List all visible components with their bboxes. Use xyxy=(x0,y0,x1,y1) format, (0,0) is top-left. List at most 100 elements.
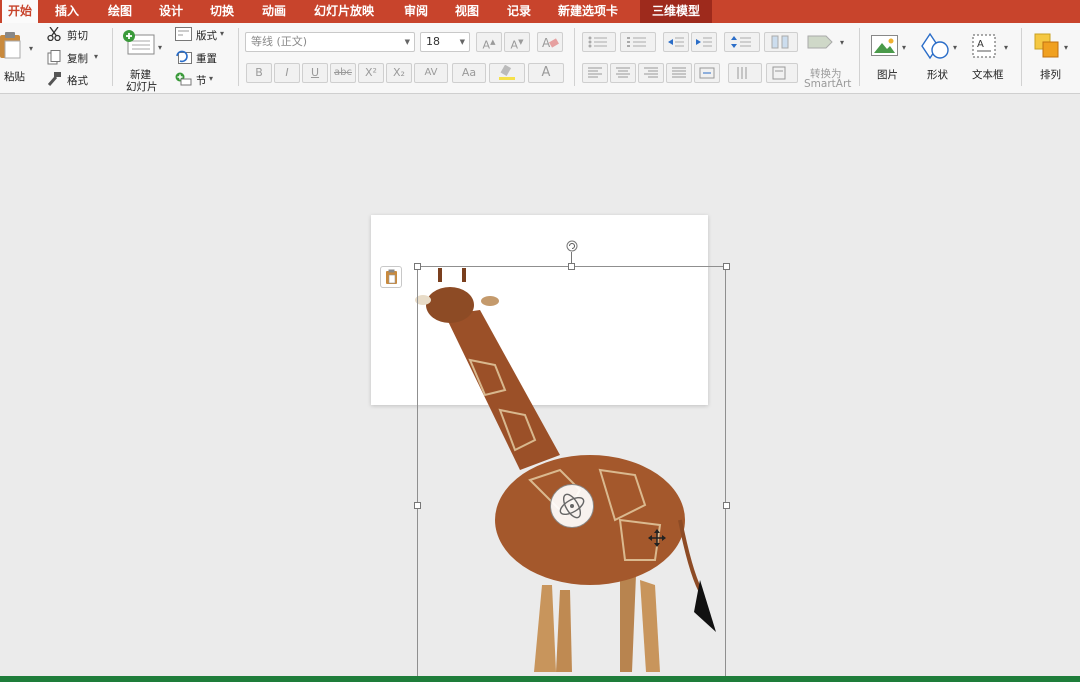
textbox-label: 文本框 xyxy=(972,69,1004,81)
format-painter-label: 格式 xyxy=(67,75,88,87)
new-slide-dropdown-icon[interactable]: ▾ xyxy=(158,43,162,52)
textbox-button[interactable]: A ▾ 文本框 xyxy=(968,29,1014,87)
align-center-button[interactable] xyxy=(610,63,636,83)
tab-home[interactable]: 开始 xyxy=(2,0,39,23)
copy-button[interactable]: 复制 ▾ xyxy=(47,50,105,66)
font-name-field[interactable]: 等线 (正文) ▼ xyxy=(245,32,415,52)
tab-draw[interactable]: 绘图 xyxy=(108,0,132,23)
move-cursor-icon xyxy=(648,529,666,547)
cut-button[interactable]: 剪切 xyxy=(47,27,97,43)
picture-icon xyxy=(871,35,898,56)
group-separator xyxy=(238,28,239,86)
paste-button[interactable]: 粘贴 ▾ xyxy=(0,27,36,83)
font-name-dropdown-icon[interactable]: ▼ xyxy=(405,33,410,51)
tab-record[interactable]: 记录 xyxy=(507,0,531,23)
new-slide-label-2: 幻灯片 xyxy=(126,81,158,93)
align-text-button[interactable] xyxy=(766,63,798,83)
tab-review[interactable]: 审阅 xyxy=(404,0,428,23)
resize-handle-right[interactable] xyxy=(723,502,730,509)
distributed-button[interactable] xyxy=(694,63,720,83)
layout-dropdown-icon[interactable]: ▾ xyxy=(220,29,224,38)
bullets-button[interactable] xyxy=(582,32,616,52)
tab-design[interactable]: 设计 xyxy=(159,0,183,23)
tab-transitions[interactable]: 切换 xyxy=(210,0,234,23)
change-case-button[interactable]: Aa xyxy=(452,63,486,83)
group-separator xyxy=(859,28,860,86)
resize-handle-top-left[interactable] xyxy=(414,263,421,270)
justify-button[interactable] xyxy=(666,63,692,83)
highlighter-icon xyxy=(499,64,515,80)
underline-button[interactable]: U xyxy=(302,63,328,83)
3d-rotate-control[interactable] xyxy=(550,484,594,528)
section-icon xyxy=(175,72,192,86)
picture-label: 图片 xyxy=(877,69,898,81)
resize-handle-left[interactable] xyxy=(414,502,421,509)
picture-button[interactable]: ▾ 图片 xyxy=(868,29,912,87)
font-color-button[interactable]: A xyxy=(528,63,564,83)
smartart-dropdown-icon[interactable]: ▾ xyxy=(840,38,844,47)
section-button[interactable]: 节 ▾ xyxy=(175,72,231,88)
tab-animations[interactable]: 动画 xyxy=(262,0,286,23)
justify-icon xyxy=(672,67,686,78)
arrange-button[interactable]: ▾ 排列 xyxy=(1030,29,1076,87)
paste-options-button[interactable] xyxy=(380,266,402,288)
font-size-field[interactable]: 18 ▼ xyxy=(420,32,470,52)
scissors-icon xyxy=(47,27,61,41)
shape-button[interactable]: ▾ 形状 xyxy=(918,29,962,87)
bullets-icon xyxy=(588,36,607,48)
numbering-button[interactable] xyxy=(620,32,656,52)
resize-handle-top-right[interactable] xyxy=(723,263,730,270)
grow-font-button[interactable]: A▲ xyxy=(476,32,502,52)
section-dropdown-icon[interactable]: ▾ xyxy=(209,74,213,83)
resize-handle-top[interactable] xyxy=(568,263,575,270)
smartart-icon xyxy=(807,35,833,49)
paste-dropdown-icon[interactable]: ▾ xyxy=(29,44,33,53)
clipboard-icon xyxy=(386,269,397,284)
tab-3d-model[interactable]: 三维模型 xyxy=(640,0,713,23)
font-size-dropdown-icon[interactable]: ▼ xyxy=(460,33,465,51)
italic-button[interactable]: I xyxy=(274,63,300,83)
arrange-label: 排列 xyxy=(1040,69,1061,81)
ribbon: 粘贴 ▾ 剪切 复制 ▾ 格式 ▾ 新建 幻灯片 版式 ▾ 重置 节 ▾ 等线 … xyxy=(0,23,1080,94)
align-center-icon xyxy=(616,67,630,78)
format-painter-button[interactable]: 格式 xyxy=(47,72,97,88)
decrease-indent-button[interactable] xyxy=(663,32,689,52)
columns-button[interactable] xyxy=(764,32,798,52)
layout-icon xyxy=(175,27,192,41)
layout-button[interactable]: 版式 ▾ xyxy=(175,27,231,43)
clear-formatting-icon: A xyxy=(542,36,559,50)
reset-icon xyxy=(176,50,192,64)
shrink-font-button[interactable]: A▼ xyxy=(504,32,530,52)
line-spacing-button[interactable] xyxy=(724,32,760,52)
smartart-icon-button[interactable]: ▾ xyxy=(806,32,848,52)
shapes-icon xyxy=(921,32,949,60)
arrange-dropdown-icon[interactable]: ▾ xyxy=(1064,43,1068,52)
textbox-dropdown-icon[interactable]: ▾ xyxy=(1004,43,1008,52)
subscript-button[interactable]: X₂ xyxy=(386,63,412,83)
picture-dropdown-icon[interactable]: ▾ xyxy=(902,43,906,52)
font-name-value: 等线 (正文) xyxy=(251,35,308,48)
numbering-icon xyxy=(627,37,646,47)
new-slide-button[interactable]: ▾ 新建 幻灯片 xyxy=(120,27,166,93)
text-direction-button[interactable] xyxy=(728,63,762,83)
tab-slideshow[interactable]: 幻灯片放映 xyxy=(314,0,374,23)
character-spacing-button[interactable]: AV xyxy=(414,63,448,83)
highlight-button[interactable] xyxy=(489,63,525,83)
copy-icon xyxy=(47,50,61,65)
tab-insert[interactable]: 插入 xyxy=(55,0,79,23)
group-separator xyxy=(112,28,113,86)
shape-dropdown-icon[interactable]: ▾ xyxy=(953,43,957,52)
tab-view[interactable]: 视图 xyxy=(455,0,479,23)
rotate-handle-icon[interactable] xyxy=(566,240,578,252)
copy-dropdown-icon[interactable]: ▾ xyxy=(94,52,98,61)
strikethrough-button[interactable]: abc xyxy=(330,63,356,83)
align-left-button[interactable] xyxy=(582,63,608,83)
increase-indent-button[interactable] xyxy=(691,32,717,52)
tab-new-tab[interactable]: 新建选项卡 xyxy=(558,0,618,23)
superscript-button[interactable]: X² xyxy=(358,63,384,83)
reset-button[interactable]: 重置 xyxy=(175,50,231,66)
align-right-button[interactable] xyxy=(638,63,664,83)
convert-smartart-button[interactable]: 转换为 SmartArt xyxy=(803,63,853,91)
clear-formatting-button[interactable]: A xyxy=(537,32,563,52)
bold-button[interactable]: B xyxy=(246,63,272,83)
